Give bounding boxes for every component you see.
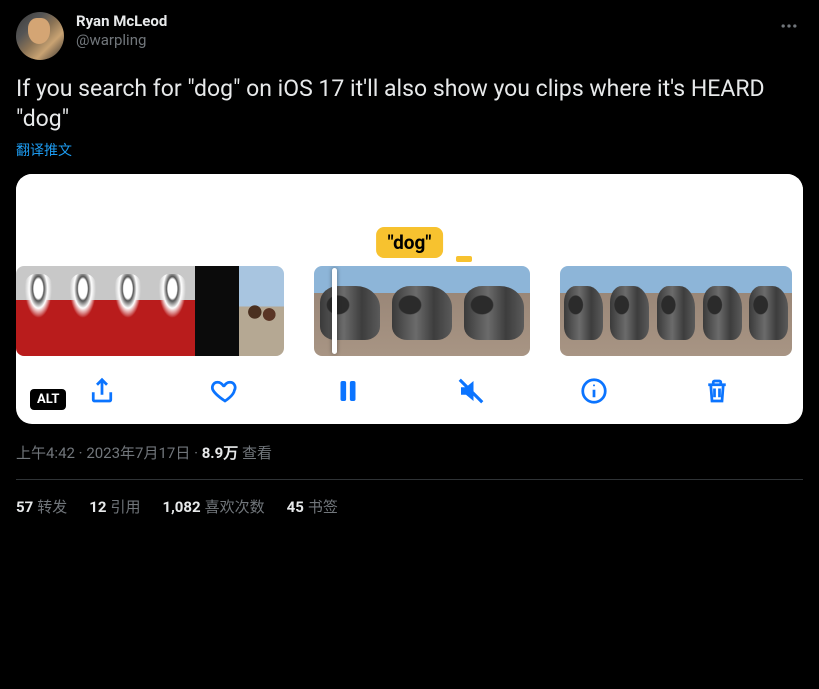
tweet-container: Ryan McLeod @warpling If you search for … xyxy=(0,0,819,517)
mute-icon[interactable] xyxy=(454,374,488,408)
author-block: Ryan McLeod @warpling xyxy=(76,12,167,50)
tweet-text: If you search for "dog" on iOS 17 it'll … xyxy=(16,74,803,134)
handle[interactable]: @warpling xyxy=(76,31,167,50)
clip-group-2[interactable] xyxy=(314,266,530,356)
video-timeline[interactable] xyxy=(16,266,803,356)
playhead[interactable] xyxy=(332,268,337,354)
quotes-stat[interactable]: 12引用 xyxy=(89,496,140,517)
retweets-stat[interactable]: 57转发 xyxy=(16,496,67,517)
clip-frame xyxy=(386,266,458,356)
clip-frame xyxy=(653,266,699,356)
views-label: 查看 xyxy=(242,444,272,462)
post-time[interactable]: 上午4:42 xyxy=(16,444,75,462)
post-date[interactable]: 2023年7月17日 xyxy=(86,444,190,462)
media-toolbar xyxy=(16,356,803,414)
clip-frame xyxy=(458,266,530,356)
info-icon[interactable] xyxy=(577,374,611,408)
clip-frame xyxy=(150,266,195,356)
timeline-marker xyxy=(456,256,472,262)
avatar[interactable] xyxy=(16,12,64,60)
tweet-header: Ryan McLeod @warpling xyxy=(16,12,803,60)
media-card[interactable]: "dog" xyxy=(16,174,803,424)
clip-frame xyxy=(746,266,792,356)
clip-frame xyxy=(314,266,386,356)
clip-group-1[interactable] xyxy=(16,266,284,356)
clip-frame xyxy=(195,266,240,356)
pause-icon[interactable] xyxy=(331,374,365,408)
clip-frame xyxy=(16,266,61,356)
bookmarks-stat[interactable]: 45书签 xyxy=(287,496,338,517)
clip-group-3[interactable] xyxy=(560,266,792,356)
trash-icon[interactable] xyxy=(700,374,734,408)
alt-badge[interactable]: ALT xyxy=(30,389,66,410)
more-button[interactable] xyxy=(775,12,803,44)
clip-frame xyxy=(606,266,652,356)
clip-frame xyxy=(61,266,106,356)
clip-frame xyxy=(699,266,745,356)
stats-row: 57转发 12引用 1,082喜欢次数 45书签 xyxy=(16,480,803,517)
share-icon[interactable] xyxy=(85,374,119,408)
media-whitespace: "dog" xyxy=(16,174,803,266)
translate-link[interactable]: 翻译推文 xyxy=(16,140,72,160)
clip-frame xyxy=(105,266,150,356)
meta-row: 上午4:42 · 2023年7月17日 · 8.9万 查看 xyxy=(16,442,803,463)
heart-icon[interactable] xyxy=(208,374,242,408)
display-name[interactable]: Ryan McLeod xyxy=(76,12,167,31)
likes-stat[interactable]: 1,082喜欢次数 xyxy=(162,496,264,517)
views-count[interactable]: 8.9万 xyxy=(202,444,239,462)
clip-frame xyxy=(560,266,606,356)
search-term-tag: "dog" xyxy=(376,227,444,258)
clip-frame xyxy=(239,266,284,356)
